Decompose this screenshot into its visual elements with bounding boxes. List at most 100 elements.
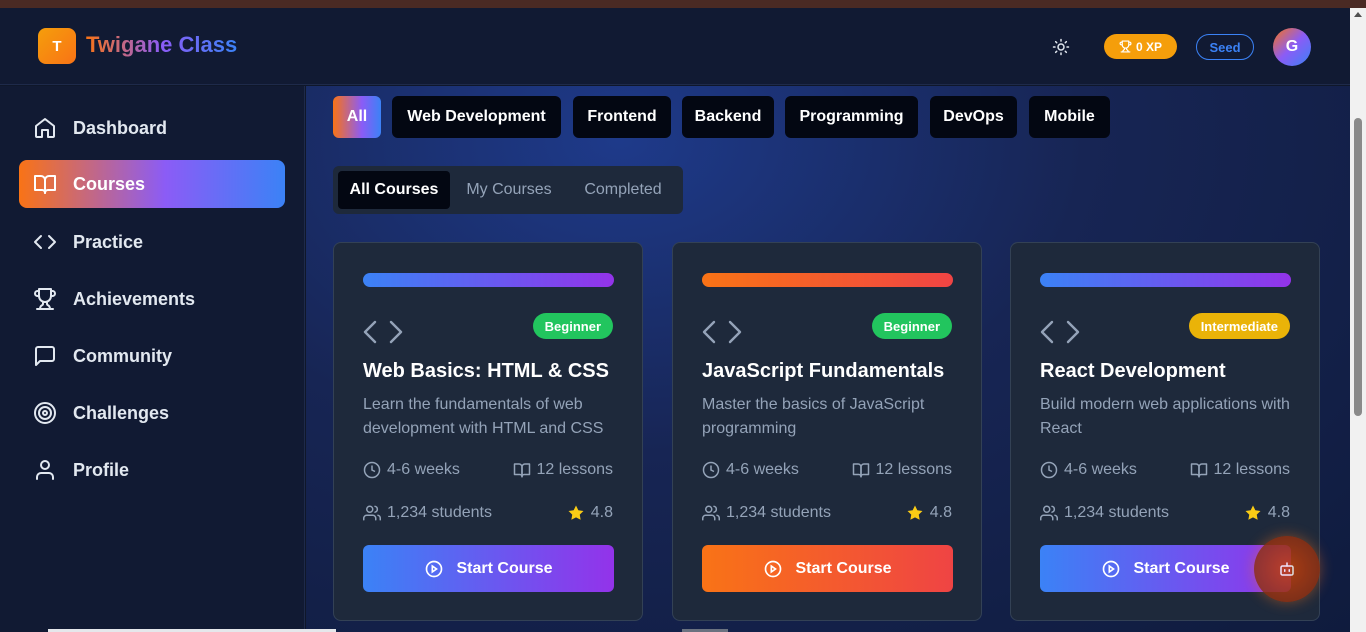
- duration-text: 4-6 weeks: [726, 461, 799, 478]
- course-students: 1,234 students: [1040, 504, 1169, 522]
- window-top-strip: [0, 0, 1366, 8]
- course-description: Learn the fundamentals of web developmen…: [363, 396, 604, 437]
- course-card[interactable]: Beginner Web Basics: HTML & CSS Learn th…: [333, 242, 643, 621]
- course-color-bar: [1040, 273, 1291, 287]
- students-text: 1,234 students: [387, 504, 492, 521]
- category-web-development[interactable]: Web Development: [392, 96, 561, 138]
- course-title: JavaScript Fundamentals: [702, 360, 945, 382]
- course-lessons: 12 lessons: [1190, 461, 1290, 479]
- duration-text: 4-6 weeks: [387, 461, 460, 478]
- users-icon: [363, 505, 381, 521]
- duration-text: 4-6 weeks: [1064, 461, 1137, 478]
- course-rating: 4.8: [1244, 504, 1290, 522]
- book-icon: [1190, 463, 1207, 478]
- clock-icon: [1040, 461, 1058, 479]
- course-tabs: All Courses My Courses Completed: [333, 166, 683, 214]
- course-lessons: 12 lessons: [852, 461, 953, 479]
- home-icon: [35, 118, 55, 138]
- bot-icon: [1280, 562, 1294, 576]
- users-icon: [1040, 505, 1058, 521]
- level-badge: Intermediate: [1188, 313, 1290, 339]
- course-color-bar: [702, 273, 953, 287]
- rating-text: 4.8: [929, 504, 952, 521]
- tab-all-courses[interactable]: All Courses: [338, 171, 450, 209]
- rating-text: 4.8: [590, 504, 613, 521]
- sidebar-item-achievements[interactable]: Achievements: [19, 275, 285, 323]
- star-icon: [1245, 505, 1261, 520]
- user-icon: [36, 460, 54, 480]
- book-icon: [513, 463, 530, 478]
- trophy-icon: [1119, 40, 1132, 53]
- course-description: Build modern web applications with React: [1040, 396, 1290, 437]
- tab-completed[interactable]: Completed: [568, 171, 678, 209]
- sidebar-item-courses[interactable]: Courses: [19, 160, 285, 208]
- scrollbar-thumb[interactable]: [1354, 118, 1362, 416]
- user-avatar[interactable]: G: [1273, 28, 1311, 66]
- top-header: T Twigane Class 0 XP Seed G: [0, 8, 1350, 85]
- level-badge: Beginner: [532, 313, 613, 339]
- level-badge: Beginner: [871, 313, 952, 339]
- app-name[interactable]: Twigane Class: [86, 32, 237, 58]
- sidebar-item-label: Courses: [73, 173, 146, 194]
- sidebar-item-profile[interactable]: Profile: [19, 446, 285, 494]
- assistant-chat-button[interactable]: [1254, 536, 1320, 602]
- target-icon: [34, 402, 56, 424]
- code-icon: [702, 320, 742, 344]
- star-icon: [907, 505, 923, 520]
- sidebar-item-practice[interactable]: Practice: [19, 218, 285, 266]
- start-course-label: Start Course: [1133, 559, 1230, 577]
- logo-badge[interactable]: T: [38, 28, 76, 64]
- course-students: 1,234 students: [363, 504, 492, 522]
- avatar-letter: G: [1285, 38, 1299, 55]
- scroll-up-arrow-icon[interactable]: [1354, 12, 1362, 17]
- category-frontend[interactable]: Frontend: [573, 96, 671, 138]
- play-circle-icon: [765, 560, 782, 577]
- message-square-icon: [35, 346, 55, 366]
- sidebar: Dashboard Courses Practice Achievements …: [0, 86, 305, 632]
- category-all[interactable]: All: [333, 96, 381, 138]
- play-circle-icon: [1103, 560, 1120, 577]
- users-icon: [702, 505, 720, 521]
- start-course-button[interactable]: Start Course: [363, 545, 614, 592]
- logo-letter: T: [52, 37, 62, 55]
- start-course-button[interactable]: Start Course: [702, 545, 953, 592]
- course-color-bar: [363, 273, 614, 287]
- course-title: React Development: [1040, 360, 1226, 382]
- main-content: All Web Development Frontend Backend Pro…: [306, 86, 1350, 632]
- theme-toggle-button[interactable]: [1049, 35, 1073, 59]
- xp-label: 0 XP: [1135, 39, 1162, 54]
- rating-text: 4.8: [1267, 504, 1290, 521]
- lessons-text: 12 lessons: [875, 461, 953, 478]
- book-icon: [852, 463, 869, 478]
- course-title: Web Basics: HTML & CSS: [363, 360, 609, 382]
- play-circle-icon: [426, 560, 443, 577]
- tab-my-courses[interactable]: My Courses: [455, 171, 563, 209]
- sidebar-item-challenges[interactable]: Challenges: [19, 389, 285, 437]
- sidebar-item-label: Achievements: [73, 288, 196, 309]
- students-text: 1,234 students: [726, 504, 831, 521]
- category-programming[interactable]: Programming: [785, 96, 918, 138]
- sidebar-item-dashboard[interactable]: Dashboard: [19, 104, 285, 152]
- course-card[interactable]: Beginner JavaScript Fundamentals Master …: [672, 242, 982, 621]
- sidebar-item-community[interactable]: Community: [19, 332, 285, 380]
- code-icon: [34, 235, 56, 249]
- xp-badge[interactable]: 0 XP: [1104, 34, 1177, 59]
- page-scrollbar[interactable]: [1350, 8, 1366, 632]
- sidebar-item-label: Dashboard: [73, 117, 168, 138]
- sidebar-item-label: Practice: [73, 231, 144, 252]
- category-devops[interactable]: DevOps: [930, 96, 1017, 138]
- star-icon: [568, 505, 584, 520]
- code-icon: [1040, 320, 1080, 344]
- rank-badge[interactable]: Seed: [1196, 34, 1254, 60]
- course-lessons: 12 lessons: [513, 461, 613, 479]
- clock-icon: [363, 461, 381, 479]
- course-rating: 4.8: [906, 504, 952, 522]
- start-course-label: Start Course: [456, 559, 553, 577]
- category-mobile[interactable]: Mobile: [1029, 96, 1110, 138]
- students-text: 1,234 students: [1064, 504, 1169, 521]
- course-duration: 4-6 weeks: [363, 461, 460, 479]
- course-description: Master the basics of JavaScript programm…: [702, 396, 925, 437]
- sidebar-item-label: Profile: [73, 459, 130, 480]
- category-backend[interactable]: Backend: [682, 96, 774, 138]
- trophy-icon: [34, 288, 56, 310]
